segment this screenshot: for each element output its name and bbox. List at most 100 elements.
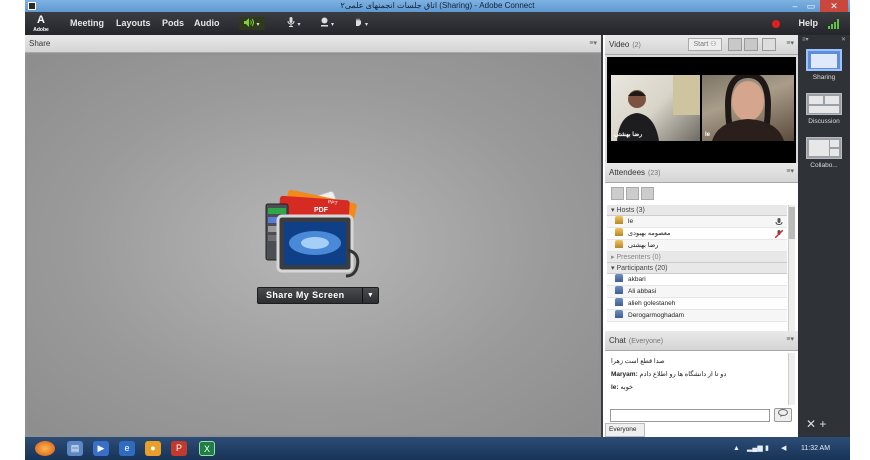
sort-icon[interactable] <box>641 187 654 200</box>
fullscreen-icon[interactable] <box>762 38 776 51</box>
participant-video <box>712 71 784 144</box>
attendee-name: le <box>628 218 634 225</box>
menu-meeting[interactable]: Meeting <box>70 12 104 35</box>
video-tile[interactable]: le <box>702 71 794 144</box>
logo-letter: A <box>37 14 45 26</box>
attendees-pod: Attendees (23) ≡▾ ▾ Hosts (3) le معصومه ب… <box>605 163 798 331</box>
filmstrip-view-icon[interactable] <box>744 38 758 51</box>
attendee-name: akbari <box>628 276 646 283</box>
network-icon[interactable]: ▂▄▆ <box>747 437 763 460</box>
breakout-icon[interactable] <box>626 187 639 200</box>
hand-icon <box>355 18 361 26</box>
video-tile[interactable]: رضا بهشتی <box>611 75 700 141</box>
list-view-icon[interactable] <box>611 187 624 200</box>
collapse-icon[interactable]: ✕ <box>841 35 846 45</box>
attendee-list: ▾ Hosts (3) le معصومه بهبودی رضا بهشتی ▸… <box>607 205 787 331</box>
layout-collaboration[interactable]: Collabo... <box>802 137 846 169</box>
menu-pods[interactable]: Pods <box>162 12 184 35</box>
pod-menu-icon[interactable]: ≡▾ <box>589 35 597 53</box>
attendee-name: alieh golestaneh <box>628 300 676 307</box>
share-options-dropdown[interactable]: ▼ <box>362 288 378 303</box>
list-item[interactable]: le <box>607 216 787 228</box>
video-pod-titlebar: Video (2) Start ⚇ ≡▾ <box>605 35 798 55</box>
chat-pod-menu-icon[interactable]: ≡▾ <box>786 331 794 349</box>
os-taskbar: ▤ ▶ e ● P X ▲ ▂▄▆ ▮ ◀ 11:32 AM <box>25 437 850 460</box>
file-explorer-icon[interactable]: ▤ <box>67 441 83 456</box>
presenters-label: Presenters (0) <box>616 254 661 261</box>
share-area: PDF PPT Share My Screen ▼ <box>27 55 599 435</box>
menu-audio[interactable]: Audio <box>194 12 220 35</box>
chrome-icon[interactable]: ● <box>145 441 161 456</box>
raise-hand-button[interactable]: ▾ <box>348 17 374 30</box>
video-pod-title: Video <box>609 40 630 49</box>
close-button[interactable]: ✕ <box>820 0 848 12</box>
list-item[interactable]: akbari <box>607 274 787 286</box>
attendee-name: رضا بهشتی <box>628 242 659 249</box>
attendee-toolbar <box>611 187 656 201</box>
window-titlebar: اتاق جلسات انجمنهای علمی۲ (Sharing) - Ad… <box>25 0 850 12</box>
participant-icon <box>615 310 623 318</box>
video-pod-menu-icon[interactable]: ≡▾ <box>786 35 794 53</box>
media-player-icon[interactable]: ▶ <box>93 441 109 456</box>
participants-label: Participants (20) <box>616 265 668 272</box>
share-screen-icon: PDF PPT <box>265 190 360 278</box>
list-item[interactable]: رضا بهشتی <box>607 240 787 252</box>
menu-layouts[interactable]: Layouts <box>116 12 151 35</box>
layout-thumbnail <box>806 137 842 159</box>
grid-view-icon[interactable] <box>728 38 742 51</box>
layout-thumbnail <box>806 49 842 71</box>
chat-pod-title: Chat <box>609 336 626 345</box>
internet-explorer-icon[interactable]: e <box>119 441 135 456</box>
start-webcam-button[interactable]: Start ⚇ <box>688 38 722 51</box>
host-icon <box>615 228 623 236</box>
webcam-icon <box>320 17 328 27</box>
help-menu[interactable]: Help <box>798 12 818 35</box>
chat-scope: (Everyone) <box>628 338 664 345</box>
powerpoint-icon[interactable]: P <box>171 441 187 456</box>
pdf-label: PDF <box>314 207 329 214</box>
attendees-pod-title: Attendees <box>609 168 646 177</box>
share-pod-title: Share <box>29 39 51 48</box>
attendee-name: Ali abbasi <box>628 288 657 295</box>
volume-icon[interactable]: ◀ <box>781 437 786 460</box>
muted-microphone-icon <box>775 230 783 238</box>
clock[interactable]: 11:32 AM <box>801 437 830 460</box>
layout-label: Discussion <box>808 118 840 125</box>
chat-scrollbar[interactable] <box>788 353 795 405</box>
attendee-scrollbar[interactable] <box>788 205 795 331</box>
speaker-icon <box>244 18 255 27</box>
chat-recipient-tab[interactable]: Everyone <box>605 423 645 437</box>
attendee-name: Derogarmoghadam <box>628 312 685 319</box>
list-item[interactable]: معصومه بهبودی <box>607 228 787 240</box>
hosts-group-header[interactable]: ▾ Hosts (3) <box>607 205 787 216</box>
start-button-icon[interactable] <box>35 441 55 456</box>
microphone-icon <box>287 17 295 27</box>
chat-sender: Maryam: <box>611 371 638 378</box>
tray-arrow-icon[interactable]: ▲ <box>733 437 740 460</box>
layout-tools[interactable]: ✕ + <box>806 417 826 431</box>
scroll-thumb[interactable] <box>789 207 795 239</box>
excel-icon[interactable]: X <box>199 441 215 456</box>
minimize-button[interactable]: – <box>788 0 802 12</box>
attendees-pod-menu-icon[interactable]: ≡▾ <box>786 163 794 181</box>
chat-input[interactable] <box>610 409 770 422</box>
layout-discussion[interactable]: Discussion <box>802 93 846 125</box>
microphone-button[interactable]: ▾ <box>281 17 307 30</box>
share-pod-titlebar: Share ≡▾ <box>25 35 601 53</box>
share-button-label: Share My Screen <box>266 290 345 300</box>
participants-group-header[interactable]: ▾ Participants (20) <box>607 263 787 274</box>
video-count: (2) <box>632 42 641 49</box>
list-item[interactable]: alieh golestaneh <box>607 298 787 310</box>
list-item[interactable]: Derogarmoghadam <box>607 310 787 322</box>
presenters-group-header[interactable]: ▸ Presenters (0) <box>607 252 787 263</box>
recording-indicator[interactable] <box>772 20 780 28</box>
maximize-button[interactable]: ▭ <box>804 0 818 12</box>
chat-pod: Chat (Everyone) ≡▾ صدا قطع است زهرا Marya… <box>605 331 798 437</box>
layout-sharing[interactable]: Sharing <box>802 49 846 81</box>
send-message-button[interactable] <box>774 408 792 422</box>
battery-icon[interactable]: ▮ <box>765 437 769 460</box>
list-item[interactable]: Ali abbasi <box>607 286 787 298</box>
camera-button[interactable]: ▾ <box>314 17 340 30</box>
speaker-button[interactable]: ▾ <box>239 17 265 30</box>
share-my-screen-button[interactable]: Share My Screen ▼ <box>257 287 379 304</box>
